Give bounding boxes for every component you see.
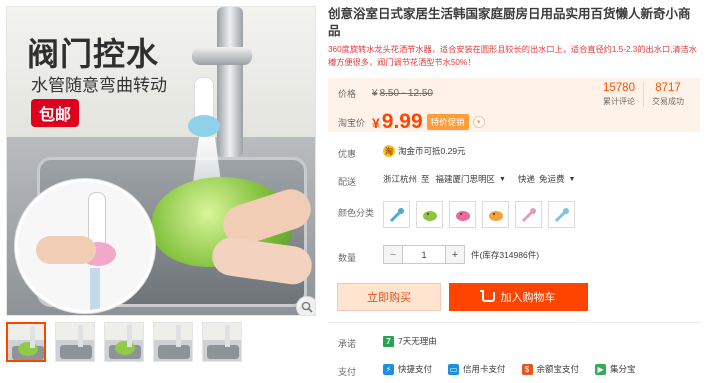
- payment-jifenbao[interactable]: ▶ 集分宝: [595, 363, 636, 375]
- promise-label: 承诺: [338, 339, 357, 349]
- promo-badge: 特价促销: [426, 114, 469, 130]
- thumbnail-1[interactable]: [6, 322, 46, 362]
- shipping-dropdown-icon[interactable]: ▼: [569, 176, 576, 183]
- payment-methods: ⚡ 快捷支付 ▭ 信用卡支付 $ 余额宝支付 ▶ 集分宝: [383, 363, 652, 375]
- swatch-orange[interactable]: [482, 201, 509, 228]
- current-price-row: 淘宝价 ¥9.99 特价促销 ▾: [328, 110, 485, 134]
- ship-to-word: 至: [421, 174, 430, 184]
- ship-method: 快递: [517, 174, 535, 184]
- cart-icon: [479, 290, 495, 302]
- swatch-pink[interactable]: [515, 201, 542, 228]
- ship-from: 浙江杭州: [383, 174, 418, 184]
- thumbnail-5[interactable]: [202, 322, 242, 362]
- payment-label: 支付: [338, 367, 357, 377]
- original-price: ¥8.50 - 12.50: [372, 88, 433, 99]
- inset-water: [90, 268, 100, 310]
- magnifier-icon[interactable]: [296, 296, 315, 315]
- ship-destination[interactable]: 福建厦门思明区: [436, 173, 496, 185]
- add-to-cart-button[interactable]: 加入购物车: [449, 283, 588, 311]
- color-swatch-list: [383, 201, 575, 228]
- seven-day-return-icon: 7: [383, 335, 394, 347]
- image-overlay-title: 阀门控水: [27, 35, 160, 73]
- benefits-row: 淘 淘金币可抵0.29元: [383, 145, 466, 157]
- credit-card-icon: ▭: [448, 363, 460, 375]
- swatch-blue[interactable]: [383, 201, 410, 228]
- thumbnail-strip: [6, 322, 242, 362]
- swatch-green[interactable]: [416, 201, 443, 228]
- stock-info: 件(库存314986件): [471, 249, 540, 260]
- coin-discount-text: 淘金币可抵0.29元: [398, 146, 466, 156]
- quantity-stepper: − 1 + 件(库存314986件): [383, 245, 539, 264]
- original-price-row: 价格 ¥8.50 - 12.50: [328, 87, 433, 100]
- swatch-pink-bird[interactable]: [449, 201, 476, 228]
- image-nozzle-ring: [188, 115, 220, 137]
- promise-row: 7 7天无理由: [383, 335, 437, 347]
- express-pay-icon: ⚡: [383, 363, 394, 375]
- thumbnail-4[interactable]: [153, 322, 193, 362]
- thumbnail-3[interactable]: [104, 322, 144, 362]
- benefits-label: 优惠: [338, 149, 357, 159]
- taobao-price-label: 淘宝价: [338, 117, 366, 128]
- swatch-light-blue[interactable]: [548, 201, 575, 228]
- color-label: 颜色分类: [338, 208, 375, 218]
- quantity-increase-button[interactable]: +: [445, 245, 465, 264]
- product-title: 创意浴室日式家居生活韩国家庭厨房日用品实用百货懒人新奇小商品: [328, 7, 691, 38]
- price-panel: 价格 ¥8.50 - 12.50 淘宝价 ¥9.99 特价促销 ▾ 15780 …: [328, 78, 700, 134]
- taojinbi-coin-icon: 淘: [383, 145, 395, 157]
- jifenbao-icon: ▶: [595, 363, 607, 375]
- ship-fee: 免运费: [539, 174, 565, 184]
- image-inset-closeup: [15, 179, 155, 313]
- add-to-cart-label: 加入购物车: [500, 292, 556, 304]
- image-overlay-subtitle: 水管随意弯曲转动: [31, 76, 167, 95]
- divider: [328, 322, 700, 323]
- payment-express[interactable]: ⚡ 快捷支付: [383, 363, 432, 375]
- seven-day-return-text[interactable]: 7天无理由: [398, 335, 437, 347]
- quantity-label: 数量: [338, 253, 357, 263]
- stat-reviews[interactable]: 15780 累计评论: [595, 82, 643, 107]
- inset-hand: [36, 236, 96, 264]
- payment-yuebao[interactable]: $ 余额宝支付: [521, 363, 579, 375]
- image-free-shipping-badge: 包邮: [31, 99, 80, 127]
- quantity-input[interactable]: 1: [403, 245, 445, 264]
- stat-transactions[interactable]: 8717 交易成功: [643, 82, 692, 107]
- thumbnail-2[interactable]: [55, 322, 95, 362]
- shipping-row: 浙江杭州 至 福建厦门思明区 ▼ 快递 免运费 ▼: [383, 173, 575, 185]
- image-faucet-arm: [192, 47, 252, 65]
- chevron-down-icon[interactable]: ▾: [472, 116, 485, 128]
- image-faucet: [217, 7, 243, 157]
- buy-now-button[interactable]: 立即购买: [337, 283, 441, 311]
- payment-credit-card[interactable]: ▭ 信用卡支付: [448, 363, 506, 375]
- shipping-label: 配送: [338, 177, 357, 187]
- product-description: 360度旋转水龙头花洒节水器，适合安装在圆形且较长的出水口上，适合直径约1.5-…: [328, 45, 697, 67]
- main-product-image[interactable]: 阀门控水 水管随意弯曲转动 包邮: [6, 6, 316, 316]
- destination-dropdown-icon[interactable]: ▼: [499, 176, 506, 183]
- current-price: ¥9.99: [372, 110, 423, 133]
- quantity-decrease-button[interactable]: −: [383, 245, 403, 264]
- yuebao-icon: $: [521, 363, 533, 375]
- price-label: 价格: [338, 89, 357, 99]
- sales-stats: 15780 累计评论 8717 交易成功: [595, 82, 692, 107]
